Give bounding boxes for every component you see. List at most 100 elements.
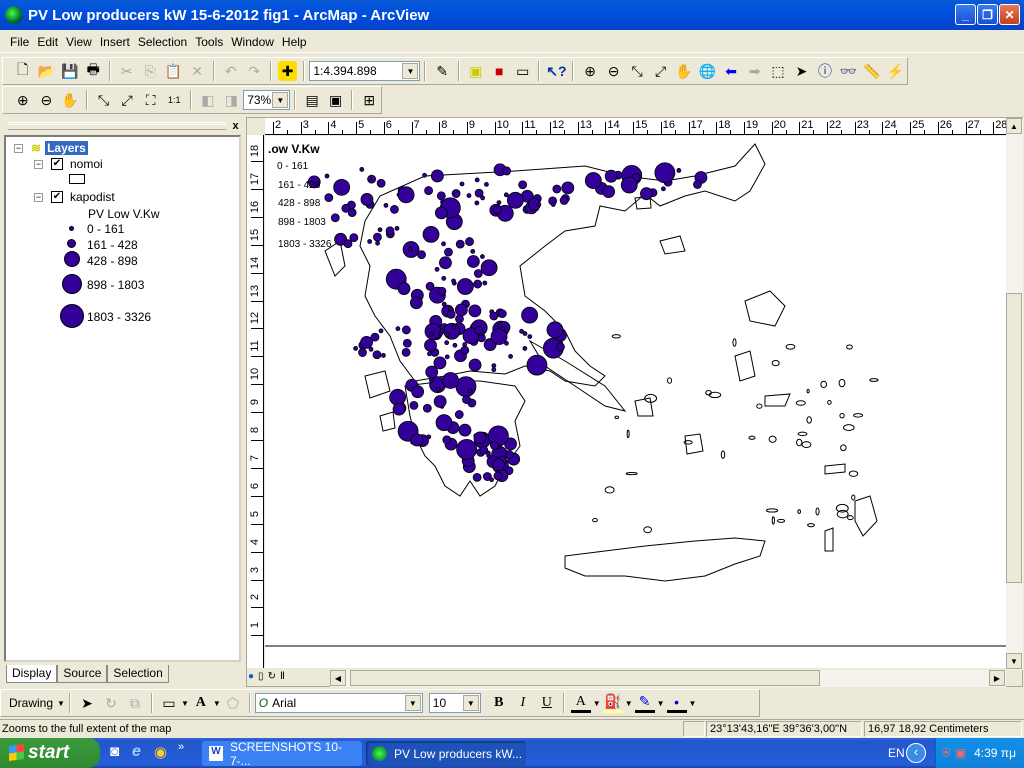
whats-this-icon[interactable]: ↖? <box>546 61 566 81</box>
scroll-down-icon[interactable]: ▼ <box>1006 653 1022 669</box>
scroll-up-icon[interactable]: ▲ <box>1006 118 1022 134</box>
arctoolbox-icon[interactable]: ■ <box>489 61 508 81</box>
next-extent-icon[interactable]: ◨ <box>222 90 242 110</box>
menu-insert[interactable]: Insert <box>100 35 130 49</box>
redo-icon[interactable]: ↷ <box>244 61 263 81</box>
scroll-left-icon[interactable]: ◀ <box>330 670 346 686</box>
chevron-down-icon[interactable]: ▼ <box>213 699 221 708</box>
tab-source[interactable]: Source <box>57 665 108 683</box>
layer-checkbox-kapodist[interactable]: ✔ <box>51 191 63 203</box>
maximize-button[interactable]: ❐ <box>977 4 998 25</box>
toc-grip[interactable] <box>8 122 226 130</box>
tab-selection[interactable]: Selection <box>107 665 169 683</box>
desktop-icon[interactable]: ◙ <box>110 743 119 760</box>
bold-button[interactable]: B <box>489 693 509 713</box>
editor-icon[interactable]: ✎ <box>432 61 451 81</box>
collapse-icon[interactable]: − <box>34 192 43 202</box>
chevron-down-icon[interactable]: ▼ <box>181 699 189 708</box>
quicklaunch-more-icon[interactable]: » <box>178 741 184 753</box>
chevron-down-icon[interactable]: ▼ <box>689 699 697 708</box>
select-elements-icon[interactable]: ➤ <box>792 61 811 81</box>
paste-icon[interactable]: 📋 <box>164 61 183 81</box>
italic-button[interactable]: I <box>513 693 533 713</box>
rotate-icon[interactable]: ↻ <box>101 693 121 713</box>
menu-view[interactable]: View <box>66 35 92 49</box>
tab-display[interactable]: Display <box>6 665 58 683</box>
layout-zoom-combo[interactable]: 73% ▼ <box>243 90 291 110</box>
find-binoculars-icon[interactable]: 👓 <box>839 61 858 81</box>
fill-color-icon[interactable]: ⛽ <box>602 693 623 713</box>
zoom-out-icon[interactable]: ⊖ <box>604 61 623 81</box>
scroll-right-icon[interactable]: ▶ <box>989 670 1005 686</box>
print-icon[interactable]: 🖶 <box>83 61 102 81</box>
previous-extent-icon[interactable]: ◧ <box>198 90 218 110</box>
zoom-in-icon[interactable]: ⊕ <box>580 61 599 81</box>
pan-hand-icon[interactable]: ✋ <box>674 61 693 81</box>
copy-icon[interactable]: ⎘ <box>140 61 159 81</box>
collapse-icon[interactable]: − <box>14 143 23 153</box>
open-folder-icon[interactable]: 📂 <box>36 61 55 81</box>
close-button[interactable]: ✕ <box>999 4 1020 25</box>
chevron-down-icon[interactable]: ▼ <box>462 695 479 711</box>
undo-icon[interactable]: ↶ <box>221 61 240 81</box>
delete-icon[interactable]: ✕ <box>187 61 206 81</box>
select-elements-icon[interactable]: ➤ <box>77 693 97 713</box>
menu-window[interactable]: Window <box>231 35 274 49</box>
data-view-icon[interactable]: ● <box>248 671 254 682</box>
font-size-combo[interactable]: 10 ▼ <box>428 693 481 713</box>
hyperlink-icon[interactable]: ⚡ <box>886 61 905 81</box>
toggle-draft-icon[interactable]: ▤ <box>302 90 322 110</box>
map-canvas[interactable] <box>265 136 1006 668</box>
layers-root[interactable]: Layers <box>45 141 88 155</box>
layout-page[interactable]: .ow V.Kw 0 - 161 161 - 428 428 - 898 898… <box>265 136 1006 668</box>
menu-tools[interactable]: Tools <box>195 35 223 49</box>
menu-selection[interactable]: Selection <box>138 35 187 49</box>
command-line-icon[interactable]: ▭ <box>513 61 532 81</box>
rectangle-icon[interactable]: ▭ <box>159 693 179 713</box>
zoom-to-selected-icon[interactable]: ⧉ <box>125 693 145 713</box>
minimize-button[interactable]: _ <box>955 4 976 25</box>
language-indicator[interactable]: EN <box>888 746 905 760</box>
layout-zoom-in-icon[interactable]: ⊕ <box>13 90 33 110</box>
full-extent-globe-icon[interactable]: 🌐 <box>698 61 717 81</box>
task-arcmap[interactable]: PV Low producers kW... <box>366 741 526 766</box>
menu-edit[interactable]: Edit <box>37 35 58 49</box>
chevron-down-icon[interactable]: ▼ <box>593 699 601 708</box>
task-word[interactable]: SCREENSHOTS 10-7-... <box>202 740 362 768</box>
media-player-icon[interactable]: ◉ <box>154 743 167 761</box>
chevron-down-icon[interactable]: ▼ <box>404 695 421 711</box>
fixed-zoom-out-icon[interactable]: ⤢ <box>651 61 670 81</box>
menu-help[interactable]: Help <box>282 35 307 49</box>
chevron-down-icon[interactable]: ▼ <box>402 63 419 79</box>
cut-icon[interactable]: ✂ <box>117 61 136 81</box>
zoom-100-icon[interactable]: 1:1 <box>164 90 184 110</box>
back-arrow-icon[interactable]: ⬅ <box>721 61 740 81</box>
add-data-icon[interactable]: ✚ <box>277 61 298 81</box>
drawing-menu[interactable]: Drawing <box>9 696 53 710</box>
arccatalog-icon[interactable]: ▣ <box>466 61 485 81</box>
toc-close-button[interactable]: x <box>229 120 242 132</box>
horizontal-scroll-thumb[interactable] <box>350 670 820 686</box>
new-document-icon[interactable]: 🗋 <box>13 61 32 81</box>
chevron-down-icon[interactable]: ▼ <box>57 699 65 708</box>
chevron-down-icon[interactable]: ▼ <box>272 92 289 108</box>
chevron-down-icon[interactable]: ▼ <box>625 699 633 708</box>
measure-icon[interactable]: 📏 <box>862 61 881 81</box>
marker-color-icon[interactable]: • <box>666 693 687 713</box>
collapse-icon[interactable]: − <box>34 159 43 169</box>
edit-vertices-icon[interactable]: ⬠ <box>223 693 243 713</box>
underline-button[interactable]: U <box>537 693 557 713</box>
font-combo[interactable]: O Arial ▼ <box>254 693 423 713</box>
zoom-page-icon[interactable]: ⛶ <box>141 90 161 110</box>
layer-checkbox-nomoi[interactable]: ✔ <box>51 158 63 170</box>
vertical-scroll-thumb[interactable] <box>1006 293 1022 583</box>
font-color-button[interactable]: A <box>570 693 591 713</box>
layout-view-icon[interactable]: ▯ <box>258 671 264 682</box>
tray-shield-icon[interactable]: ⛨ <box>942 746 951 761</box>
line-color-icon[interactable]: ✎ <box>634 693 655 713</box>
layout-fixed-zoom-out-icon[interactable]: ⤢ <box>117 90 137 110</box>
chevron-down-icon[interactable]: ▼ <box>657 699 665 708</box>
refresh-icon[interactable]: ↻ <box>268 671 276 682</box>
pause-icon[interactable]: Ⅱ <box>280 671 285 682</box>
zoom-whole-page-icon[interactable]: ⤡ <box>94 90 114 110</box>
